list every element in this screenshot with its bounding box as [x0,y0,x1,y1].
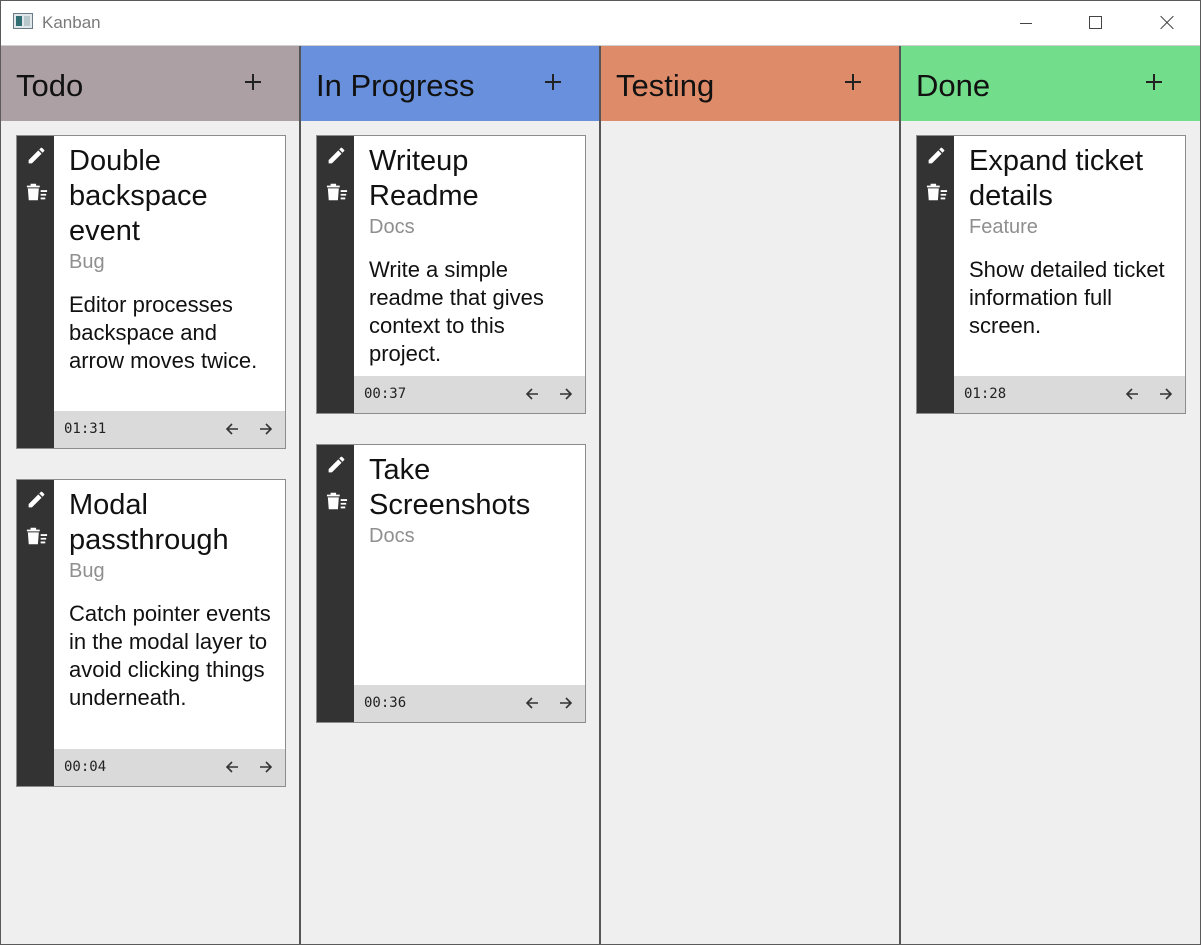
card-footer: 00:04 [54,749,285,786]
card-actions-bar [317,136,354,413]
column-title: Done [916,68,991,103]
pencil-icon[interactable] [26,489,47,510]
card-title: Take Screenshots [369,454,531,521]
ticket-card[interactable]: Expand ticket details Feature Show detai… [916,135,1186,414]
trash-icon[interactable] [25,181,49,203]
card-title: Expand ticket details [969,145,1144,212]
card-description: Catch pointer events in the modal layer … [69,601,271,710]
maximize-button[interactable] [1073,1,1119,45]
card-tag: Docs [369,525,415,547]
column-title: Todo [16,68,84,103]
card-body: Take Screenshots Docs [354,445,585,685]
app-window: Kanban Todo Double backspace event Bug E… [0,0,1201,945]
window-title: Kanban [42,13,101,32]
pencil-icon[interactable] [326,454,347,475]
card-tag: Feature [969,216,1038,238]
add-card-button[interactable] [839,68,867,96]
card-actions-bar [317,445,354,722]
add-card-button[interactable] [1140,68,1168,96]
card-timer: 01:28 [964,386,1007,402]
card-title: Modal passthrough [69,489,229,556]
arrow-left-icon[interactable] [1123,385,1141,403]
app-icon [13,13,33,29]
arrow-left-icon[interactable] [523,385,541,403]
card-body: Expand ticket details Feature Show detai… [954,136,1185,376]
add-card-button[interactable] [539,68,567,96]
trash-icon[interactable] [925,181,949,203]
trash-icon[interactable] [325,181,349,203]
column-done: Done Expand ticket details Feature Show … [901,46,1200,944]
card-actions-bar [17,480,54,786]
card-timer: 00:37 [364,386,407,402]
card-description: Write a simple readme that gives context… [369,257,544,366]
ticket-card[interactable]: Take Screenshots Docs 00:36 [316,444,586,723]
card-actions-bar [17,136,54,448]
arrow-right-icon[interactable] [257,420,275,438]
trash-icon[interactable] [25,525,49,547]
card-tag: Docs [369,216,415,238]
column-testing: Testing [601,46,901,944]
card-timer: 01:31 [64,421,107,437]
ticket-card[interactable]: Double backspace event Bug Editor proces… [16,135,286,449]
add-card-button[interactable] [239,68,267,96]
column-header: Todo [1,46,299,121]
column-header: In Progress [301,46,599,121]
card-timer: 00:36 [364,695,407,711]
column-in-progress: In Progress Writeup Readme Docs Write a … [301,46,601,944]
minimize-button[interactable] [1003,1,1049,45]
column-title: Testing [616,68,715,103]
arrow-left-icon[interactable] [223,758,241,776]
card-body: Writeup Readme Docs Write a simple readm… [354,136,585,376]
trash-icon[interactable] [325,490,349,512]
pencil-icon[interactable] [926,145,947,166]
card-body: Double backspace event Bug Editor proces… [54,136,285,411]
column-header: Done [901,46,1200,121]
kanban-board: Todo Double backspace event Bug Editor p… [1,46,1200,944]
card-footer: 00:36 [354,685,585,722]
title-bar: Kanban [1,1,1200,46]
close-button[interactable] [1144,1,1190,45]
ticket-card[interactable]: Modal passthrough Bug Catch pointer even… [16,479,286,787]
column-title: In Progress [316,68,475,103]
arrow-left-icon[interactable] [223,420,241,438]
column-todo: Todo Double backspace event Bug Editor p… [1,46,301,944]
card-title: Double backspace event [69,145,208,247]
card-timer: 00:04 [64,759,107,775]
arrow-right-icon[interactable] [557,385,575,403]
arrow-right-icon[interactable] [1157,385,1175,403]
card-footer: 00:37 [354,376,585,413]
card-title: Writeup Readme [369,145,479,212]
arrow-right-icon[interactable] [557,694,575,712]
card-body: Modal passthrough Bug Catch pointer even… [54,480,285,749]
card-footer: 01:28 [954,376,1185,413]
card-description: Show detailed ticket information full sc… [969,257,1165,338]
ticket-card[interactable]: Writeup Readme Docs Write a simple readm… [316,135,586,414]
card-description: Editor processes backspace and arrow mov… [69,292,258,373]
pencil-icon[interactable] [326,145,347,166]
pencil-icon[interactable] [26,145,47,166]
arrow-right-icon[interactable] [257,758,275,776]
card-actions-bar [917,136,954,413]
column-header: Testing [601,46,899,121]
card-tag: Bug [69,251,105,273]
card-tag: Bug [69,560,105,582]
arrow-left-icon[interactable] [523,694,541,712]
card-footer: 01:31 [54,411,285,448]
